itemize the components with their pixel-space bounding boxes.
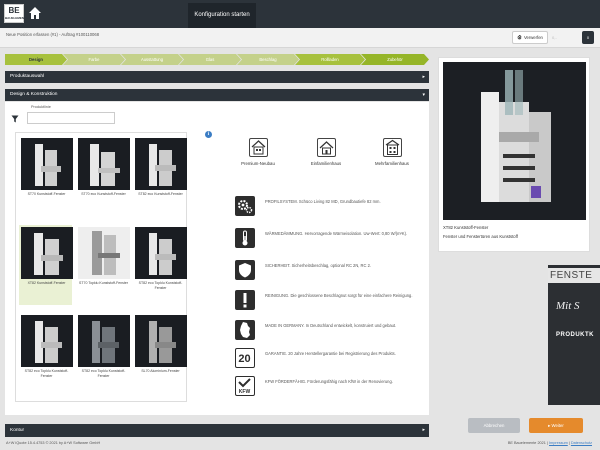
tab-configuration-start[interactable]: Konfiguration starten <box>188 3 256 28</box>
product-caption: ST70 eco Kunststoff-Fenster <box>81 192 126 196</box>
step-glas[interactable]: Glas <box>179 54 241 65</box>
position-title: Neue Position erfassen (#1) - Auftrag #1… <box>6 32 100 37</box>
info-icon[interactable]: i <box>205 131 212 138</box>
building-type-single-family: Einfamilienhaus <box>291 138 361 166</box>
home-icon[interactable] <box>28 6 42 20</box>
product-tile[interactable]: ST82 eco Topklu Kunststoff-Fenster <box>19 313 73 393</box>
top-navigation-bar: BE BAUELEMENTE Konfiguration starten <box>0 0 600 28</box>
svg-text:20: 20 <box>238 353 250 365</box>
window-profile-image <box>135 138 187 190</box>
building-type-multi-family: Mehrfamilienhaus <box>357 138 427 166</box>
cancel-button[interactable]: Abbrechen <box>468 418 520 433</box>
cart-button[interactable]: 0 <box>582 31 594 44</box>
product-caption: ST70 Topklu Kunststoff-Fenster <box>79 281 128 285</box>
product-caption: ST70 Kunststoff-Fenster <box>27 192 66 196</box>
preview-title: XT82 Kunststoff-Fenster <box>443 225 489 230</box>
imprint-link[interactable]: Impressum <box>549 441 568 445</box>
product-tile[interactable]: ST70 Topklu Kunststoff-Fenster <box>76 225 130 305</box>
product-caption: ST82 eco Topklu Kunststoff-Fenster <box>81 369 126 378</box>
product-line-label: Produktlinie <box>31 105 51 109</box>
product-caption: SL70 Aluminium-Fenster <box>141 369 180 373</box>
germany-map-icon <box>235 320 255 340</box>
footer-links: BE Bauelemente 2021 | Impressum | Datens… <box>507 441 592 445</box>
exclamation-icon <box>235 290 255 310</box>
feature-cleaning: REINIGUNG. Die geschlossene Beschlagnut … <box>235 290 425 314</box>
product-caption: XT82 Kunststoff-Fenster <box>27 281 66 285</box>
feature-warranty: 20 GARANTIE. 20 Jahre Herstellergarantie… <box>235 348 425 372</box>
configuration-steps: Design Farbe Ausstattung Glas Beschlag R… <box>5 54 429 65</box>
svg-text:KFW: KFW <box>239 389 251 394</box>
product-caption: ST82 eco Kunststoff-Fenster <box>138 192 183 196</box>
preview-subtitle: Fenster und Fenstertüren aus Kunststoff <box>443 234 518 239</box>
step-beschlag[interactable]: Beschlag <box>237 54 299 65</box>
product-grid: ST70 Kunststoff-Fenster ST70 eco Kunstst… <box>15 132 187 402</box>
product-preview-card: XT82 Kunststoff-Fenster Fenster und Fens… <box>438 57 590 252</box>
chevron-right-icon: ▸ <box>422 427 425 433</box>
building-icon <box>248 138 268 157</box>
discard-button[interactable]: Verwerfen <box>512 31 548 44</box>
window-profile-image <box>21 227 73 279</box>
feature-kfw: KFW KFW FÖRDERFÄHIG. Förderungsfähig nac… <box>235 376 425 400</box>
company-logo[interactable]: BE BAUELEMENTE <box>4 4 28 23</box>
window-profile-image <box>78 227 130 279</box>
feature-insulation: WÄRMEDÄMMUNG. Hervorragende Wärmeisolati… <box>235 228 425 252</box>
design-construction-header[interactable]: Design & Konstruktion ▾ <box>5 89 429 101</box>
product-caption: ST82 eco Topklu Kunststoff-Fenster <box>24 369 69 378</box>
shield-icon <box>235 260 255 280</box>
product-preview-image <box>443 62 586 220</box>
house-icon <box>316 138 336 157</box>
window-profile-image <box>135 227 187 279</box>
twenty-years-icon: 20 <box>235 348 255 368</box>
kfw-icon: KFW <box>235 376 255 396</box>
product-tile[interactable]: ST70 Kunststoff-Fenster <box>19 136 73 216</box>
window-profile-image <box>135 315 187 367</box>
product-tile-selected[interactable]: XT82 Kunststoff-Fenster <box>19 225 73 305</box>
copyright-text: A+W iQuote 15.4.4753 © 2021 by A+W Softw… <box>6 441 101 445</box>
window-profile-image <box>78 315 130 367</box>
contour-header[interactable]: Kontur ▸ <box>5 424 429 437</box>
step-zubehoer[interactable]: Zubehör <box>361 54 429 65</box>
building-type-premium: Premium-Neubau <box>223 138 293 166</box>
product-tile[interactable]: ST70 eco Kunststoff-Fenster <box>76 136 130 216</box>
product-line-input[interactable] <box>27 112 115 124</box>
next-button[interactable]: ▸ Weiter <box>529 418 583 433</box>
feature-security: SICHERHEIT. Sicherheitsbeschlag, optiona… <box>235 260 425 284</box>
step-rollladen[interactable]: Rollladen <box>295 54 365 65</box>
feature-profile-system: PROFILSYSTEM. Schüco Living 82 MD, Grund… <box>235 196 425 220</box>
chevron-right-icon: ▸ <box>422 74 425 80</box>
promo-banner: FENSTE Mit S PRODUKTK <box>548 265 600 405</box>
privacy-link[interactable]: Datenschutz <box>571 441 592 445</box>
window-profile-image <box>21 138 73 190</box>
design-construction-panel: Produktlinie ST70 Kunststoff-Fenster ST7… <box>5 102 429 415</box>
step-ausstattung[interactable]: Ausstattung <box>121 54 183 65</box>
thermometer-icon <box>235 228 255 248</box>
position-toolbar: Neue Position erfassen (#1) - Auftrag #1… <box>0 28 600 48</box>
apartment-icon <box>382 138 402 157</box>
product-tile[interactable]: SL70 Aluminium-Fenster <box>133 313 187 393</box>
price-indicator: 0,- <box>552 35 557 40</box>
product-caption: ST82 eco Topklu Kunststoff-Fenster <box>138 281 183 290</box>
step-farbe[interactable]: Farbe <box>63 54 125 65</box>
refresh-icon <box>517 34 522 40</box>
filter-icon[interactable] <box>11 115 19 123</box>
product-selection-header[interactable]: Produktauswahl ▸ <box>5 71 429 83</box>
window-profile-image <box>21 315 73 367</box>
chevron-down-icon: ▾ <box>422 92 425 98</box>
product-tile[interactable]: ST82 eco Topklu Kunststoff-Fenster <box>76 313 130 393</box>
window-profile-image <box>78 138 130 190</box>
step-design[interactable]: Design <box>5 54 67 65</box>
feature-made-in-germany: MADE IN GERMANY. In Deutschland entwicke… <box>235 320 425 344</box>
product-tile[interactable]: ST82 eco Kunststoff-Fenster <box>133 136 187 216</box>
footer: A+W iQuote 15.4.4753 © 2021 by A+W Softw… <box>0 438 600 450</box>
gears-icon <box>235 196 255 216</box>
product-tile[interactable]: ST82 eco Topklu Kunststoff-Fenster <box>133 225 187 305</box>
